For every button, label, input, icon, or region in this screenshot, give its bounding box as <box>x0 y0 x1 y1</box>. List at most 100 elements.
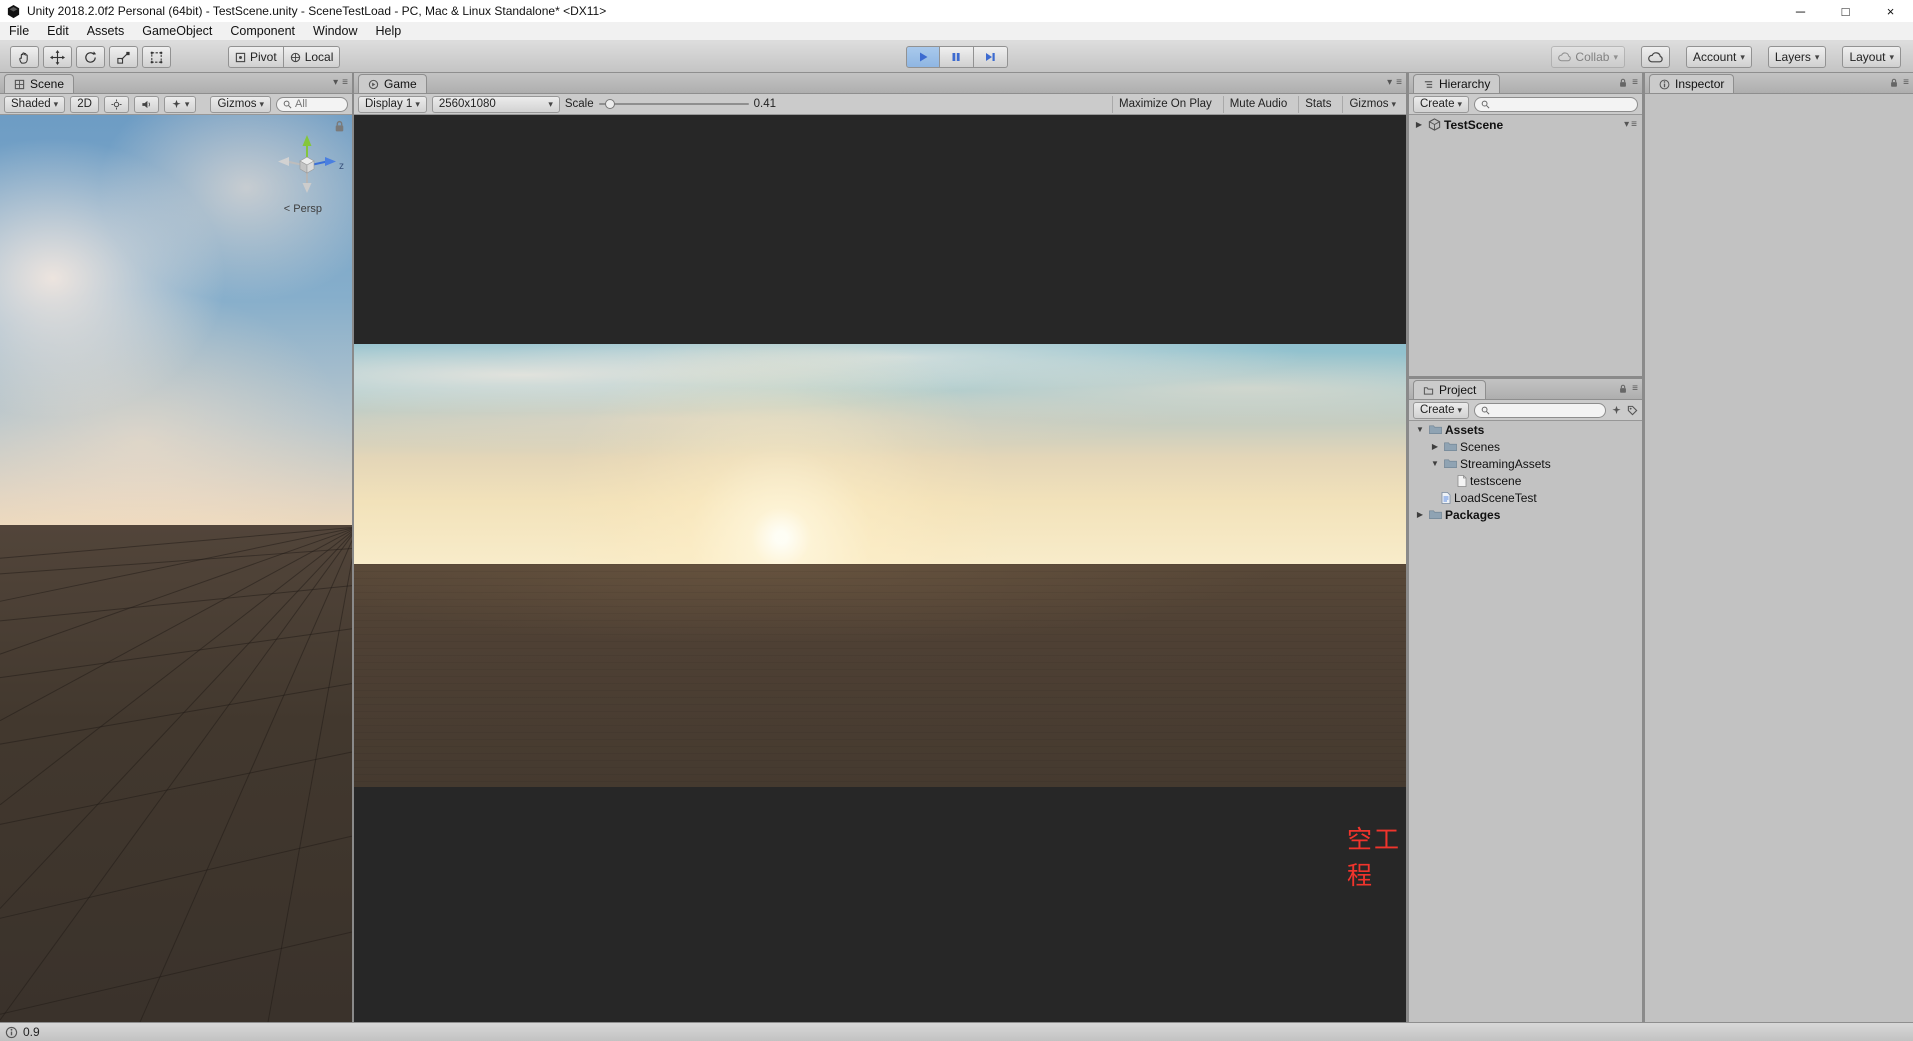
hierarchy-create-dropdown[interactable]: Create ▾ <box>1413 95 1470 113</box>
tree-row-testscene[interactable]: testscene <box>1409 472 1642 489</box>
game-panel-corner[interactable]: ▾ ≡ <box>1387 77 1402 88</box>
close-button[interactable]: × <box>1868 0 1913 22</box>
project-create-dropdown[interactable]: Create ▾ <box>1413 401 1470 419</box>
tree-row-loadscenetest[interactable]: LoadSceneTest <box>1409 489 1642 506</box>
panel-caret-icon: ▾ <box>1387 77 1393 88</box>
maximize-button[interactable]: □ <box>1823 0 1868 22</box>
foldout-icon[interactable]: ▼ <box>1414 425 1426 434</box>
scene-panel-corner[interactable]: ▾ ≡ <box>333 77 348 88</box>
hierarchy-scene-row[interactable]: ▶ TestScene ▾ ≡ <box>1409 115 1642 134</box>
inspector-panel-corner[interactable]: ≡ <box>1889 77 1909 88</box>
pause-button[interactable] <box>939 46 974 68</box>
dropdown-caret-icon: ▾ <box>259 98 264 109</box>
hierarchy-search-field[interactable] <box>1474 96 1638 112</box>
minimize-button[interactable]: ─ <box>1778 0 1823 22</box>
menu-file[interactable]: File <box>0 24 38 38</box>
scale-slider-thumb[interactable] <box>604 99 615 109</box>
search-by-type-icon[interactable] <box>1611 405 1622 416</box>
folder-icon <box>1429 425 1442 435</box>
tree-row-scenes[interactable]: ▶ Scenes <box>1409 438 1642 455</box>
foldout-icon[interactable]: ▶ <box>1413 120 1425 129</box>
account-dropdown[interactable]: Account ▾ <box>1685 46 1752 68</box>
game-toolbar: Display 1 ▾ 2560x1080 ▾ Scale 0.41 Maxim… <box>354 94 1406 115</box>
step-button[interactable] <box>973 46 1008 68</box>
play-button[interactable] <box>905 46 940 68</box>
scene-gizmos-dropdown[interactable]: Gizmos ▾ <box>210 95 271 113</box>
project-panel-corner[interactable]: ≡ <box>1618 383 1638 394</box>
local-toggle-button[interactable]: Local <box>283 46 341 68</box>
menu-help[interactable]: Help <box>366 24 410 38</box>
tab-scene[interactable]: Scene <box>4 74 75 93</box>
hierarchy-panel-corner[interactable]: ≡ <box>1618 77 1638 88</box>
game-render-frame <box>354 344 1406 787</box>
display-dropdown[interactable]: Display 1 ▾ <box>358 95 427 113</box>
project-tree: ▼ Assets ▶ Scenes ▼ StreamingAssets test… <box>1409 421 1642 1022</box>
tree-item-label: testscene <box>1470 473 1522 488</box>
project-search-field[interactable] <box>1474 402 1606 418</box>
layers-dropdown[interactable]: Layers ▾ <box>1767 46 1827 68</box>
search-icon <box>1481 406 1490 414</box>
scale-tool-button[interactable] <box>109 46 138 68</box>
scene-audio-toggle[interactable] <box>133 95 159 113</box>
cloud-icon <box>1648 51 1663 62</box>
dropdown-caret-icon: ▾ <box>1740 51 1745 62</box>
maximize-on-play-toggle[interactable]: Maximize On Play <box>1112 95 1218 113</box>
tab-hierarchy[interactable]: Hierarchy <box>1413 74 1501 93</box>
tab-game[interactable]: Game <box>358 74 427 93</box>
scale-label: Scale <box>564 98 594 110</box>
scale-slider[interactable] <box>598 97 749 111</box>
cloud-button[interactable] <box>1640 46 1670 68</box>
tree-item-label: Scenes <box>1460 439 1501 454</box>
menu-window[interactable]: Window <box>304 24 366 38</box>
2d-toggle-button[interactable]: 2D <box>70 95 99 113</box>
scene-viewport[interactable]: z < Persp <box>0 115 352 1022</box>
game-viewport[interactable]: 空工程 <box>354 115 1406 1022</box>
tab-project[interactable]: Project <box>1413 380 1487 399</box>
tree-item-label: Assets <box>1445 422 1485 437</box>
orientation-gizmo[interactable] <box>270 127 344 201</box>
dropdown-caret-icon: ▾ <box>1814 51 1820 62</box>
stats-toggle[interactable]: Stats <box>1298 95 1337 113</box>
dropdown-caret-icon: ▾ <box>415 98 420 109</box>
pivot-toggle-button[interactable]: Pivot <box>228 46 284 68</box>
move-tool-button[interactable] <box>43 46 72 68</box>
game-gizmos-dropdown[interactable]: Gizmos ▾ <box>1342 95 1402 113</box>
pivot-label: Pivot <box>250 50 277 64</box>
tree-row-assets[interactable]: ▼ Assets <box>1409 421 1642 438</box>
inspector-tab-icon <box>1659 79 1670 89</box>
scene-search-field[interactable]: All <box>276 96 348 112</box>
mute-audio-toggle[interactable]: Mute Audio <box>1222 95 1294 113</box>
hand-tool-button[interactable] <box>10 46 39 68</box>
scene-effects-dropdown[interactable]: ▾ <box>163 95 197 113</box>
foldout-icon[interactable]: ▶ <box>1414 510 1426 519</box>
inspector-panel: Inspector ≡ <box>1645 73 1913 1022</box>
menu-gameobject[interactable]: GameObject <box>133 24 221 38</box>
shading-mode-dropdown[interactable]: Shaded ▾ <box>4 95 66 113</box>
transform-tools <box>10 46 171 68</box>
foldout-icon[interactable]: ▼ <box>1429 459 1441 468</box>
foldout-icon[interactable]: ▶ <box>1429 442 1441 451</box>
menu-component[interactable]: Component <box>221 24 304 38</box>
lighting-icon <box>111 98 122 110</box>
panel-caret-icon: ▾ <box>333 77 339 88</box>
layout-dropdown[interactable]: Layout ▾ <box>1842 46 1901 68</box>
file-icon <box>1457 474 1467 487</box>
tree-row-packages[interactable]: ▶ Packages <box>1409 506 1642 523</box>
step-icon <box>986 53 995 61</box>
rotate-tool-button[interactable] <box>76 46 105 68</box>
resolution-dropdown[interactable]: 2560x1080 ▾ <box>431 95 560 113</box>
tab-inspector[interactable]: Inspector <box>1649 74 1735 93</box>
tree-row-streamingassets[interactable]: ▼ StreamingAssets <box>1409 455 1642 472</box>
menu-assets[interactable]: Assets <box>78 24 134 38</box>
rect-tool-button[interactable] <box>142 46 171 68</box>
statusbar[interactable]: 0.9 <box>0 1022 1913 1041</box>
effects-icon <box>172 99 181 108</box>
persp-label[interactable]: < Persp <box>284 203 322 215</box>
search-by-label-icon[interactable] <box>1627 405 1638 416</box>
collab-button[interactable]: Collab ▾ <box>1551 46 1625 68</box>
rotate-tool-icon <box>85 50 97 63</box>
scene-row-menu[interactable]: ▾ ≡ <box>1624 119 1642 130</box>
display-label: Display 1 <box>365 98 413 110</box>
scene-lighting-toggle[interactable] <box>103 95 129 113</box>
menu-edit[interactable]: Edit <box>38 24 78 38</box>
